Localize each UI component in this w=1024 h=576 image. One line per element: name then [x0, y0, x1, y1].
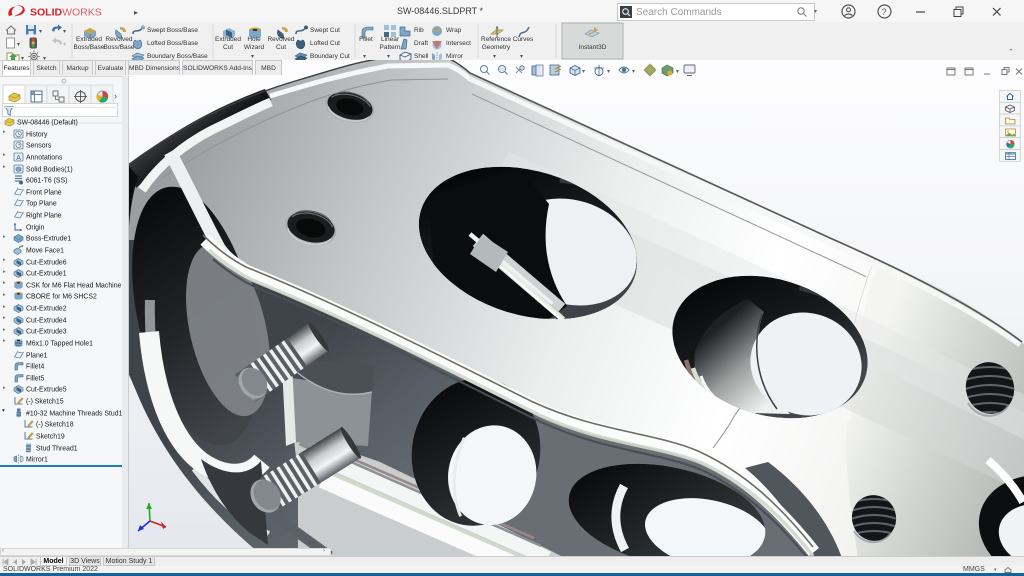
svg-text:▾: ▾	[632, 69, 635, 75]
svg-text:?: ?	[882, 7, 887, 17]
svg-text:▾: ▾	[17, 42, 20, 48]
svg-text:›: ›	[114, 91, 117, 101]
svg-text:▾: ▾	[63, 29, 66, 35]
svg-text:▾: ▾	[39, 29, 42, 35]
svg-text:▾: ▾	[607, 69, 610, 75]
svg-text:▾: ▾	[582, 69, 585, 75]
svg-text:SOLIDWORKS: SOLIDWORKS	[30, 7, 102, 19]
svg-text:▾: ▾	[676, 69, 679, 75]
svg-text:▾: ▾	[63, 42, 66, 48]
svg-text:▸: ▸	[134, 8, 138, 17]
